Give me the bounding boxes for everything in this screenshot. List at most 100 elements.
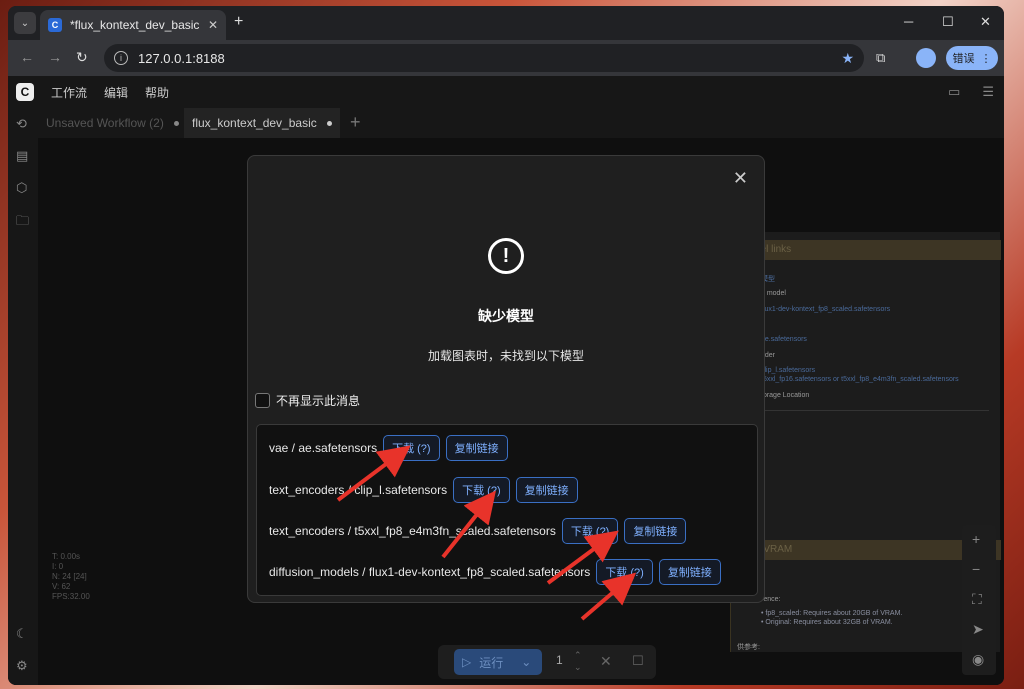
url-text: 127.0.0.1:8188 (138, 50, 225, 66)
copy-link-button[interactable]: 复制链接 (624, 518, 687, 544)
tab-label: flux_kontext_dev_basic (192, 116, 317, 130)
maximize-icon[interactable]: ☐ (942, 14, 954, 30)
tab-strip: ⌄ C *flux_kontext_dev_basic - Cor ✕ + ─ … (8, 6, 1004, 40)
close-icon[interactable]: ✕ (733, 168, 748, 189)
note-line[interactable]: clip_l.safetensors (761, 367, 815, 374)
download-button[interactable]: 下载 (?) (596, 559, 653, 585)
model-path: diffusion_models / flux1-dev-kontext_fp8… (269, 565, 591, 579)
new-tab-icon[interactable]: + (234, 13, 243, 31)
node-library-icon[interactable]: ▤ (16, 148, 28, 164)
stepper-icon[interactable]: ⌃ ⌄ (574, 649, 582, 673)
tab-label: Unsaved Workflow (2) (46, 116, 164, 130)
model-path: text_encoders / t5xxl_fp8_e4m3fn_scaled.… (269, 524, 556, 538)
perf-stats: T: 0.00s I: 0 N: 24 [24] V: 62 FPS:32.00 (52, 552, 90, 602)
note-line[interactable]: t5xxl_fp16.safetensors or t5xxl_fp8_e4m3… (761, 376, 959, 383)
tab-title: *flux_kontext_dev_basic - Cor (70, 18, 200, 32)
comfy-favicon-icon: C (48, 18, 62, 32)
chevron-down-icon[interactable]: ⌄ (521, 655, 531, 669)
note-header: d VRAM (731, 540, 1001, 560)
list-item: text_encoders / t5xxl_fp8_e4m3fn_scaled.… (269, 518, 687, 544)
note-line: 供参考: (737, 644, 760, 651)
select-mode-icon[interactable]: ➤ (972, 621, 984, 638)
model-path: text_encoders / clip_l.safetensors (269, 483, 448, 497)
menu-help[interactable]: 帮助 (145, 84, 169, 101)
model-links-note[interactable]: del links 模型 n model flux1-dev-kontext_f… (730, 232, 1001, 652)
stat-line: I: 0 (52, 562, 64, 571)
note-line[interactable]: flux1-dev-kontext_fp8_scaled.safetensors (761, 306, 890, 313)
unsaved-dot-icon (173, 120, 179, 126)
note-line: torage Location (761, 392, 810, 399)
run-toolbar: ▷ 运行 ⌄ 1 ⌃ ⌄ ✕ ☐ (438, 645, 656, 679)
dont-show-again[interactable]: 不再显示此消息 (255, 392, 360, 409)
clear-queue-icon[interactable]: ☐ (632, 653, 644, 669)
download-button[interactable]: 下载 (?) (383, 435, 440, 461)
back-icon[interactable]: ← (20, 49, 34, 65)
toggle-links-icon[interactable]: ◉ (972, 651, 984, 668)
stat-line: T: 0.00s (52, 552, 81, 561)
batch-count-input[interactable]: 1 (556, 653, 563, 667)
browser-tab[interactable]: C *flux_kontext_dev_basic - Cor ✕ (40, 10, 226, 40)
play-icon: ▷ (462, 655, 472, 669)
hamburger-menu-icon[interactable]: ☰ (982, 84, 994, 100)
workflow-tabs: Unsaved Workflow (2) flux_kontext_dev_ba… (38, 108, 1004, 138)
dialog-subtitle: 加载图表时，未找到以下模型 (427, 349, 584, 363)
more-menu-icon: ⋮ (980, 52, 992, 65)
unsaved-dot-icon (326, 120, 332, 126)
comfy-logo-icon[interactable]: C (16, 83, 34, 101)
forward-icon[interactable]: → (48, 49, 62, 65)
cancel-run-icon[interactable]: ✕ (600, 653, 612, 670)
fit-view-icon[interactable]: ⛶ (972, 591, 982, 608)
warning-icon: ! (488, 238, 524, 274)
history-icon[interactable]: ⟲ (16, 116, 27, 132)
bookmark-star-icon[interactable]: ★ (841, 50, 854, 67)
zoom-in-icon[interactable]: + (972, 531, 980, 547)
stat-line: FPS:32.00 (52, 592, 90, 601)
error-label: 错误 (952, 53, 975, 65)
settings-gear-icon[interactable]: ⚙ (16, 658, 28, 674)
download-button[interactable]: 下载 (?) (453, 477, 510, 503)
app-menubar: C 工作流 编辑 帮助 ▭ ☰ (8, 76, 1004, 108)
address-bar[interactable]: i 127.0.0.1:8188 ★ (104, 44, 864, 72)
bottom-panel-icon[interactable]: ▭ (948, 84, 960, 100)
missing-model-list: vae / ae.safetensors 下载 (?) 复制链接 text_en… (256, 424, 758, 596)
note-line[interactable]: ae.safetensors (761, 336, 807, 343)
zoom-out-icon[interactable]: − (972, 561, 980, 577)
download-button[interactable]: 下载 (?) (561, 518, 619, 544)
menu-edit[interactable]: 编辑 (104, 84, 128, 101)
list-item: text_encoders / clip_l.safetensors 下载 (?… (269, 477, 578, 503)
reload-icon[interactable]: ↻ (76, 49, 88, 66)
close-window-icon[interactable]: ✕ (980, 14, 991, 30)
model-library-icon[interactable]: ⬡ (16, 180, 27, 196)
run-button[interactable]: ▷ 运行 ⌄ (454, 649, 542, 675)
missing-models-dialog: ✕ ! 缺少模型 加载图表时，未找到以下模型 不再显示此消息 vae / ae.… (247, 155, 765, 603)
add-workflow-tab-icon[interactable]: + (350, 112, 361, 133)
note-line: • fp8_scaled: Requires about 20GB of VRA… (761, 610, 903, 617)
minimize-icon[interactable]: ─ (904, 14, 913, 29)
tab-search-button[interactable]: ⌄ (14, 12, 36, 34)
theme-toggle-icon[interactable]: ☾ (16, 626, 28, 642)
dont-show-checkbox[interactable] (255, 393, 270, 408)
site-info-icon[interactable]: i (114, 51, 128, 65)
run-label: 运行 (479, 655, 504, 670)
copy-link-button[interactable]: 复制链接 (515, 477, 578, 503)
zoom-controls: + − ⛶ ➤ ◉ (962, 525, 996, 675)
list-item: diffusion_models / flux1-dev-kontext_fp8… (269, 559, 721, 585)
tab-unsaved-workflow[interactable]: Unsaved Workflow (2) (38, 108, 187, 138)
storage-tree (753, 410, 989, 498)
dialog-title: 缺少模型 (478, 308, 534, 324)
note-line: • Original: Requires about 32GB of VRAM. (761, 619, 893, 626)
tab-flux-kontext[interactable]: flux_kontext_dev_basic (184, 108, 340, 138)
copy-link-button[interactable]: 复制链接 (658, 559, 721, 585)
close-tab-icon[interactable]: ✕ (208, 18, 218, 32)
profile-avatar[interactable] (916, 48, 936, 68)
copy-link-button[interactable]: 复制链接 (445, 435, 508, 461)
stat-line: N: 24 [24] (52, 572, 87, 581)
list-item: vae / ae.safetensors 下载 (?) 复制链接 (269, 435, 508, 461)
left-sidebar: ⟲ ▤ ⬡ 🗀 ☾ ⚙ (8, 108, 38, 685)
workflows-folder-icon[interactable]: 🗀 (16, 212, 29, 234)
dont-show-label: 不再显示此消息 (276, 394, 361, 408)
error-button[interactable]: 错误 ⋮ (946, 46, 998, 70)
extensions-icon[interactable]: ⧉ (876, 50, 885, 66)
menu-workflow[interactable]: 工作流 (51, 84, 87, 101)
browser-toolbar: ← → ↻ i 127.0.0.1:8188 ★ ⧉ 错误 ⋮ (8, 40, 1004, 76)
